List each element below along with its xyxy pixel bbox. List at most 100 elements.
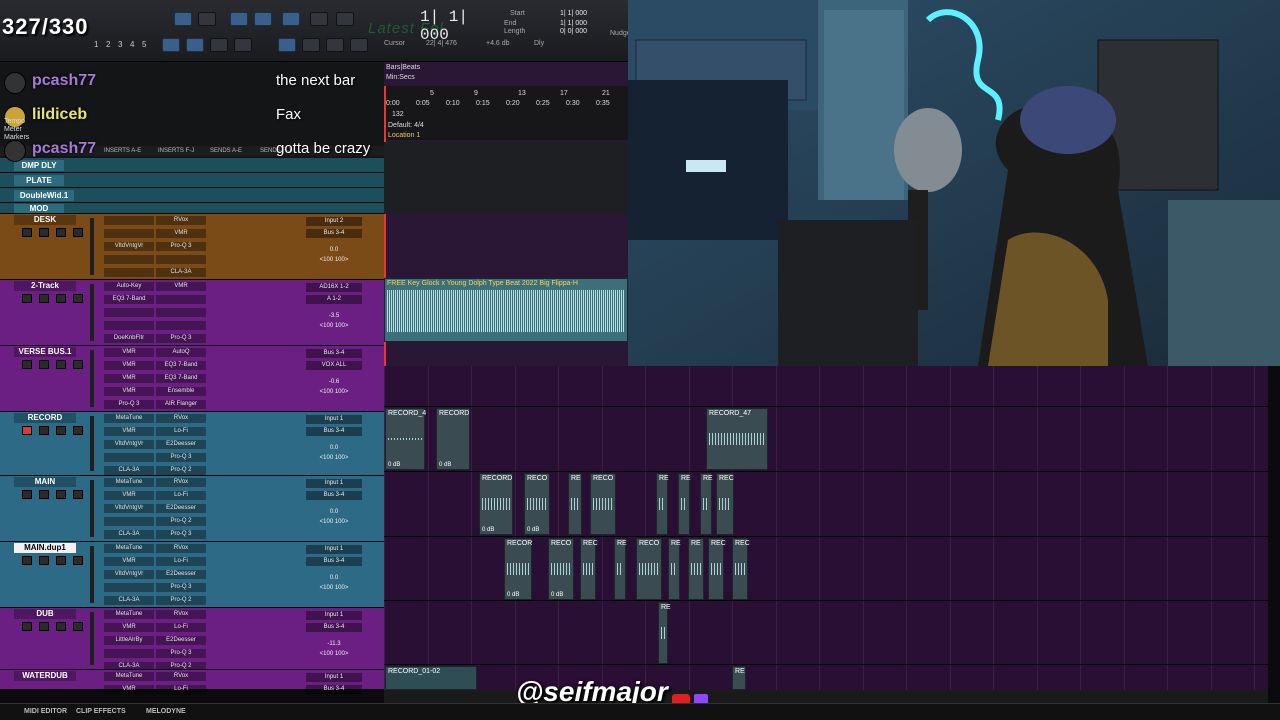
insert-slot[interactable]: Pro-Q 3 [156, 583, 206, 592]
audio-clip[interactable]: RE [656, 473, 669, 535]
output-selector[interactable]: Bus 3-4 [306, 491, 362, 500]
pan-value[interactable]: <100 100> [306, 650, 362, 659]
insert-slot[interactable]: E2Deesser [156, 440, 206, 449]
insert-slot[interactable]: MetaTune [104, 544, 154, 553]
output-selector[interactable]: Bus 3-4 [306, 557, 362, 566]
pan-value[interactable]: <100 100> [306, 388, 362, 397]
insert-slot[interactable]: Auto-Key [104, 282, 154, 291]
track-name[interactable]: VERSE BUS.1 [14, 347, 76, 357]
mute-button[interactable] [73, 294, 83, 303]
solo-button[interactable] [56, 426, 66, 435]
insert-slot[interactable]: Pro-Q 3 [104, 400, 154, 409]
track-num-1[interactable]: 1 [94, 40, 98, 49]
audio-clip[interactable]: RECORD_4 0 dB [385, 408, 426, 470]
aux-track-row[interactable]: DoubleWid.1 [0, 188, 384, 203]
mute-button[interactable] [73, 490, 83, 499]
insert-slot[interactable]: EQ3 7-Band [156, 374, 206, 383]
audio-clip[interactable]: RE [614, 538, 627, 600]
pan-value[interactable]: <100 100> [306, 584, 362, 593]
midi-editor-tab[interactable]: MIDI EDITOR [24, 708, 67, 715]
track-strip[interactable]: DESK VltdVntgVr RVox VMR Pro-Q 3 CLA-3A Input … [0, 214, 384, 280]
track-strip[interactable]: 2-Track Auto-Key EQ3 7-Band DoeKnbFltr VMR Pr… [0, 280, 384, 346]
track-strip[interactable]: RECORD MetaTune VMR VltdVntgVr CLA-3A RVox Lo-… [0, 412, 384, 476]
rec-button[interactable] [22, 360, 32, 369]
insert-slot[interactable]: CLA-3A [104, 466, 154, 475]
insert-slot[interactable]: AutoQ [156, 348, 206, 357]
volume-value[interactable]: -11.3 [306, 640, 362, 649]
track-strip[interactable]: DUB MetaTune VMR LittleAlrBy CLA-3A RVox Lo-Fi… [0, 608, 384, 671]
mute-button[interactable] [73, 622, 83, 631]
insert-slot[interactable]: Ensemble [156, 387, 206, 396]
start-value[interactable]: 1| 1| 000 [560, 10, 587, 17]
insert-slot[interactable]: Pro-Q 3 [156, 530, 206, 539]
audio-clip[interactable]: RECORD_01-02 [385, 666, 477, 690]
pan-value[interactable]: <100 100> [306, 322, 362, 331]
insert-slot[interactable]: E2Deesser [156, 504, 206, 513]
track-name[interactable]: MAIN.dup1 [14, 543, 76, 553]
end-value[interactable]: 1| 1| 000 [560, 20, 587, 27]
volume-value[interactable]: 0.0 [306, 246, 362, 255]
volume-value[interactable]: -3.5 [306, 312, 362, 321]
mute-button[interactable] [73, 426, 83, 435]
aux-track-name[interactable]: DoubleWid.1 [14, 190, 74, 201]
rec-button[interactable] [22, 294, 32, 303]
audio-clip[interactable]: RECORD 0 dB [479, 473, 513, 535]
tempo-value[interactable]: 132 [392, 111, 404, 118]
insert-slot[interactable] [156, 308, 206, 317]
insert-slot[interactable]: Lo-Fi [156, 685, 206, 694]
melodyne-tab[interactable]: MELODYNE [146, 708, 186, 715]
insert-slot[interactable]: Lo-Fi [156, 491, 206, 500]
volume-value[interactable]: 0.0 [306, 508, 362, 517]
insert-slot[interactable]: VMR [104, 427, 154, 436]
insert-slot[interactable] [104, 583, 154, 592]
insert-slot[interactable]: DoeKnbFltr [104, 334, 154, 343]
aux-track-name[interactable]: PLATE [14, 175, 64, 186]
audio-clip[interactable]: REC [716, 473, 734, 535]
insert-slot[interactable]: RVox [156, 414, 206, 423]
link-icon[interactable] [302, 38, 320, 52]
audio-clip[interactable]: RECORD_47 [706, 408, 768, 470]
audio-clip[interactable]: RE [668, 538, 681, 600]
rec-button[interactable] [22, 556, 32, 565]
audio-clip[interactable]: RECO [590, 473, 616, 535]
track-name[interactable]: DESK [14, 215, 76, 225]
insert-slot[interactable]: MetaTune [104, 610, 154, 619]
track-name[interactable]: DUB [14, 609, 76, 619]
solo-button[interactable] [56, 294, 66, 303]
insert-slot[interactable] [104, 268, 154, 277]
insert-slot[interactable]: E2Deesser [156, 570, 206, 579]
insert-slot[interactable]: VltdVntgVr [104, 242, 154, 251]
track-strip[interactable]: VERSE BUS.1 VMR VMR VMR VMR Pro-Q 3 AutoQ EQ3 7… [0, 346, 384, 412]
audio-clip[interactable]: RECO [636, 538, 662, 600]
input-button[interactable] [39, 490, 49, 499]
track-strip[interactable]: MAIN MetaTune VMR VltdVntgVr CLA-3A RVox Lo-Fi… [0, 476, 384, 542]
speaker-icon[interactable] [310, 12, 328, 26]
volume-value[interactable]: 0.0 [306, 574, 362, 583]
input-button[interactable] [39, 622, 49, 631]
input-button[interactable] [39, 556, 49, 565]
input-selector[interactable]: Input 1 [306, 673, 362, 682]
track-name[interactable]: WATERDUB [14, 671, 76, 681]
snap-icon[interactable] [350, 38, 368, 52]
insert-slot[interactable]: RVox [156, 478, 206, 487]
input-button[interactable] [39, 426, 49, 435]
zoom-icon[interactable] [198, 12, 216, 26]
input-button[interactable] [39, 294, 49, 303]
solo-button[interactable] [56, 490, 66, 499]
zoom-preset-button[interactable] [162, 38, 180, 52]
length-value[interactable]: 0| 0| 000 [560, 28, 587, 35]
insert-slot[interactable] [104, 453, 154, 462]
track-name[interactable]: RECORD [14, 413, 76, 423]
insert-slot[interactable]: VltdVntgVr [104, 570, 154, 579]
insert-slot[interactable]: Pro-Q 3 [156, 242, 206, 251]
input-button[interactable] [39, 228, 49, 237]
insert-slot[interactable]: RVox [156, 672, 206, 681]
track-strip[interactable]: WATERDUB MetaTune VMR RVox Lo-Fi Input 1 Bus 3… [0, 670, 384, 694]
insert-slot[interactable]: AIR Flanger [156, 400, 206, 409]
output-selector[interactable]: Bus 3-4 [306, 623, 362, 632]
input-selector[interactable]: Bus 3-4 [306, 349, 362, 358]
insert-slot[interactable]: Pro-Q 2 [156, 517, 206, 526]
insert-slot[interactable]: VMR [104, 387, 154, 396]
audio-clip[interactable]: RECORD 0 dB [436, 408, 470, 470]
insert-slot[interactable] [104, 308, 154, 317]
